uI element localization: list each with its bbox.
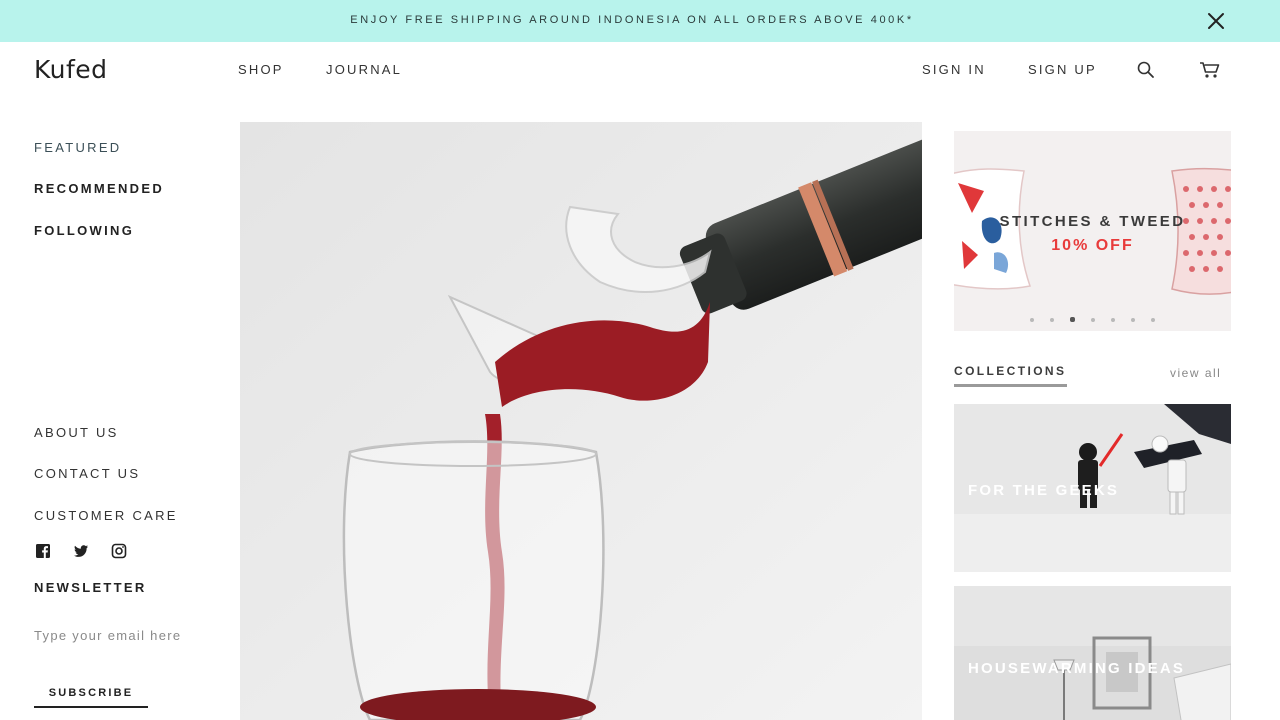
instagram-icon[interactable] <box>111 543 127 559</box>
email-field[interactable] <box>34 624 214 646</box>
sign-up-link[interactable]: SIGN UP <box>1028 62 1097 77</box>
slider-dots <box>954 311 1231 323</box>
sidebar-item-recommended[interactable]: RECOMMENDED <box>34 181 164 196</box>
slider-dot[interactable] <box>1131 317 1135 322</box>
slider-dot[interactable] <box>1091 317 1095 322</box>
close-icon[interactable] <box>1204 9 1228 33</box>
newsletter-heading: NEWSLETTER <box>34 580 147 595</box>
cart-icon[interactable] <box>1199 60 1220 80</box>
slider-dot[interactable] <box>1151 317 1155 322</box>
site-logo[interactable]: Kufed <box>34 55 108 84</box>
nav-shop[interactable]: SHOP <box>238 62 284 77</box>
collection-label: FOR THE GEEKS <box>968 482 1120 499</box>
collections-heading: COLLECTIONS <box>954 364 1067 378</box>
sign-in-link[interactable]: SIGN IN <box>922 62 986 77</box>
promo-title: STITCHES & TWEED <box>999 213 1186 230</box>
slider-dot[interactable] <box>1030 317 1034 322</box>
nav-journal[interactable]: JOURNAL <box>326 62 402 77</box>
facebook-icon[interactable] <box>35 543 51 559</box>
sidebar-item-customer-care[interactable]: CUSTOMER CARE <box>34 508 178 523</box>
collection-card-geeks[interactable]: FOR THE GEEKS <box>954 404 1231 572</box>
search-icon[interactable] <box>1136 60 1156 80</box>
collection-card-housewarming[interactable]: HOUSEWARMING IDEAS <box>954 586 1231 720</box>
sidebar-item-contact-us[interactable]: CONTACT US <box>34 466 140 481</box>
slider-dot-active[interactable] <box>1070 317 1075 323</box>
announcement-bar: ENJOY FREE SHIPPING AROUND INDONESIA ON … <box>0 0 1280 42</box>
collection-label: HOUSEWARMING IDEAS <box>968 660 1186 677</box>
promo-banner[interactable]: STITCHES & TWEED 10% OFF <box>954 131 1231 331</box>
sidebar-item-featured[interactable]: FEATURED <box>34 140 122 155</box>
promo-discount: 10% OFF <box>1051 237 1134 254</box>
collections-underline <box>954 384 1067 387</box>
view-all-link[interactable]: view all <box>1170 366 1221 380</box>
slider-dot[interactable] <box>1050 317 1054 322</box>
twitter-icon[interactable] <box>73 543 89 559</box>
subscribe-button[interactable]: SUBSCRIBE <box>34 680 148 708</box>
slider-dot[interactable] <box>1111 317 1115 322</box>
hero-image[interactable] <box>240 122 922 720</box>
sidebar-item-following[interactable]: FOLLOWING <box>34 223 134 238</box>
sidebar-item-about-us[interactable]: ABOUT US <box>34 425 119 440</box>
announcement-text: ENJOY FREE SHIPPING AROUND INDONESIA ON … <box>350 14 914 26</box>
